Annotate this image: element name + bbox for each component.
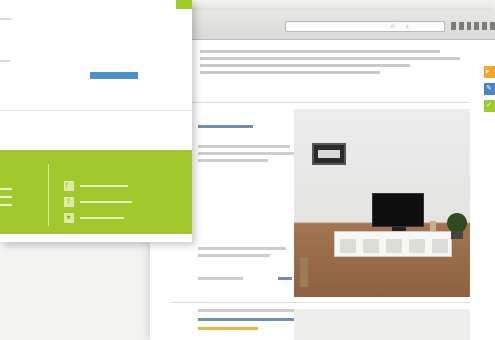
- television: [372, 193, 424, 227]
- sort-controls: [345, 92, 480, 98]
- submit-button[interactable]: [90, 72, 138, 79]
- price-line-placeholder: [198, 254, 270, 257]
- check-icon: ✓: [486, 102, 492, 109]
- cabinet-slot: [340, 239, 356, 253]
- browser-toolbar: ☆ ⌕: [150, 10, 495, 40]
- bookmark-icon: ★: [64, 213, 74, 223]
- listing-card[interactable]: [170, 302, 470, 340]
- panel-item-line: [80, 201, 132, 203]
- back-icon[interactable]: [451, 22, 456, 30]
- listing-subtitle-link[interactable]: [198, 125, 253, 128]
- bookmark-star-icon[interactable]: ☆: [390, 22, 395, 32]
- apartment-photo[interactable]: [294, 309, 470, 340]
- cabinet-slot: [363, 239, 379, 253]
- green-badge[interactable]: ✓: [484, 100, 495, 112]
- form-text-line: [0, 60, 10, 62]
- facebook-icon: f: [64, 181, 74, 191]
- lamp: [430, 221, 436, 231]
- panel-text-line: [0, 196, 12, 198]
- potted-plant: [447, 213, 467, 233]
- cabinet-slot: [409, 239, 425, 253]
- reload-icon[interactable]: [466, 22, 472, 30]
- menu-icon[interactable]: [482, 22, 488, 30]
- panel-item-line: [80, 185, 128, 187]
- side-badge-column: ▸ ✎ ✓: [484, 66, 495, 146]
- panel-text-line: [0, 188, 12, 190]
- listing-rating-line: [198, 327, 258, 330]
- panel-text-line: [0, 204, 12, 206]
- intro-text-line: [200, 50, 440, 53]
- browser-window: ☆ ⌕ ▸ ✎ ✓: [150, 10, 495, 340]
- panel-item-line: [80, 217, 124, 219]
- wall-picture-inner: [318, 150, 340, 158]
- home-icon[interactable]: [474, 22, 480, 30]
- tv-cabinet: [334, 231, 452, 257]
- front-window: f ⇪ ★: [0, 0, 192, 242]
- panel-divider: [48, 164, 49, 226]
- listing-footer-placeholder: [198, 277, 243, 280]
- plant-pot: [451, 231, 463, 239]
- section-divider: [0, 110, 192, 111]
- bookmark-item[interactable]: ★: [64, 213, 174, 225]
- arrow-icon: ▸: [486, 68, 490, 75]
- blue-badge[interactable]: ✎: [484, 83, 495, 95]
- forward-icon[interactable]: [458, 22, 464, 30]
- edit-icon: ✎: [486, 85, 492, 92]
- orange-badge[interactable]: ▸: [484, 66, 495, 78]
- wall-picture: [312, 143, 346, 165]
- bookmark-glyph: ★: [66, 215, 72, 221]
- facebook-glyph: f: [66, 183, 68, 189]
- share-facebook-item[interactable]: f: [64, 181, 174, 193]
- share-panel: f ⇪ ★: [0, 150, 192, 234]
- intro-text-line: [200, 64, 410, 67]
- share-icon: ⇪: [64, 197, 74, 207]
- toolbar-icon-group: [451, 20, 495, 32]
- stool: [300, 257, 308, 287]
- cabinet-slot: [386, 239, 402, 253]
- intro-text-line: [200, 57, 460, 60]
- details-link[interactable]: [278, 277, 292, 280]
- cabinet-slot: [432, 239, 448, 253]
- listing-results: [170, 90, 470, 340]
- listing-description-line: [198, 159, 268, 162]
- listing-description-line: [198, 145, 290, 148]
- listing-card[interactable]: [170, 102, 470, 302]
- price-line-placeholder: [198, 247, 286, 250]
- search-icon[interactable]: ⌕: [406, 22, 409, 32]
- corner-tab[interactable]: [176, 0, 192, 9]
- screenshot-stage: ☆ ⌕ ▸ ✎ ✓ f ⇪ ★: [0, 0, 495, 340]
- settings-icon[interactable]: [490, 22, 495, 30]
- apartment-photo[interactable]: [294, 109, 470, 297]
- share-link-item[interactable]: ⇪: [64, 197, 174, 209]
- url-field[interactable]: ☆ ⌕: [285, 21, 445, 32]
- share-glyph: ⇪: [66, 199, 72, 205]
- listing-description-line: [198, 152, 294, 155]
- form-text-line: [0, 18, 12, 20]
- intro-text-line: [200, 71, 380, 74]
